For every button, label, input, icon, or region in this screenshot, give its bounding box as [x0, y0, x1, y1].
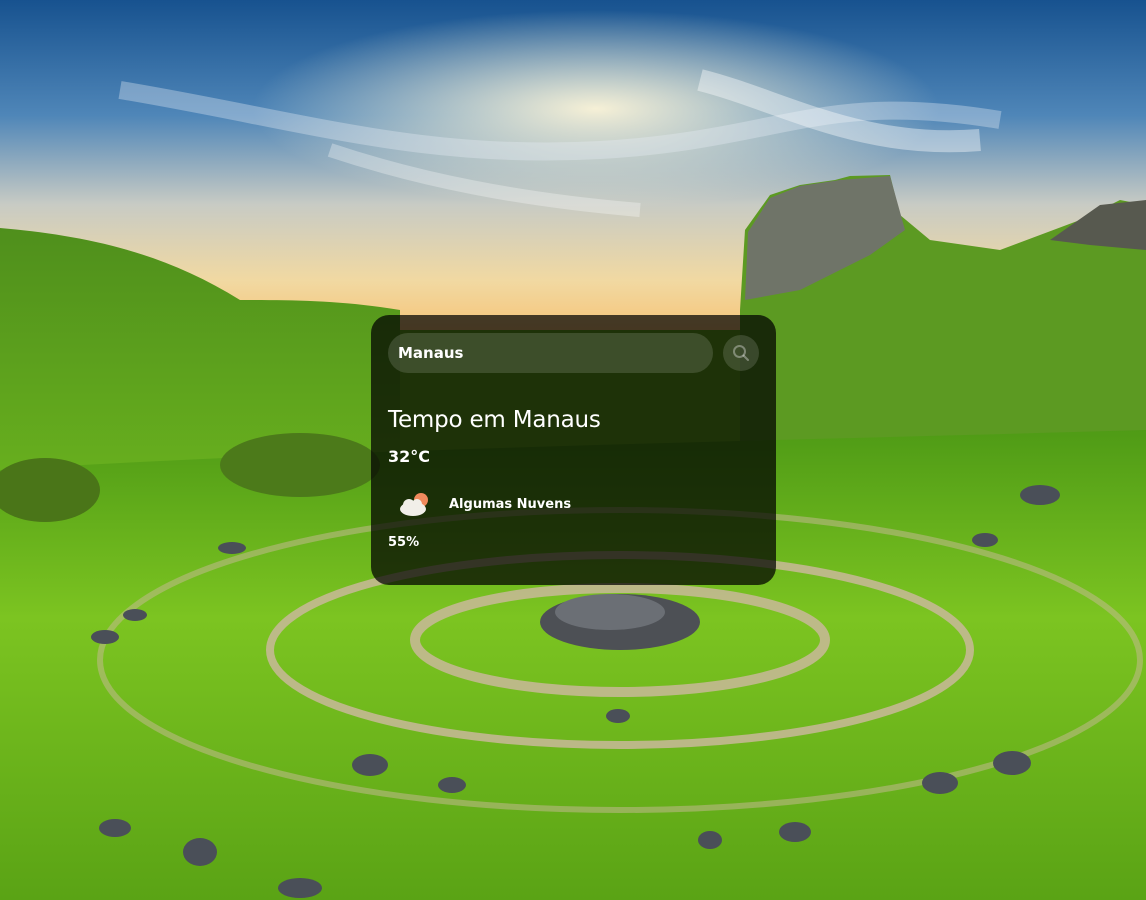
partly-cloudy-icon — [400, 493, 428, 516]
humidity-value: 55% — [388, 535, 420, 550]
search-icon — [733, 345, 749, 361]
search-bar — [388, 333, 759, 373]
search-button[interactable] — [723, 335, 759, 371]
condition-description: Algumas Nuvens — [449, 496, 572, 512]
city-weather-title: Tempo em Manaus — [388, 407, 601, 433]
weather-card: Tempo em Manaus 32°C Algumas Nuvens 55% — [371, 315, 776, 585]
city-search-input[interactable] — [388, 333, 713, 373]
weather-condition: Algumas Nuvens — [388, 488, 759, 520]
temperature-value: 32°C — [388, 447, 431, 466]
weather-app: Tempo em Manaus 32°C Algumas Nuvens 55% — [0, 0, 1146, 900]
